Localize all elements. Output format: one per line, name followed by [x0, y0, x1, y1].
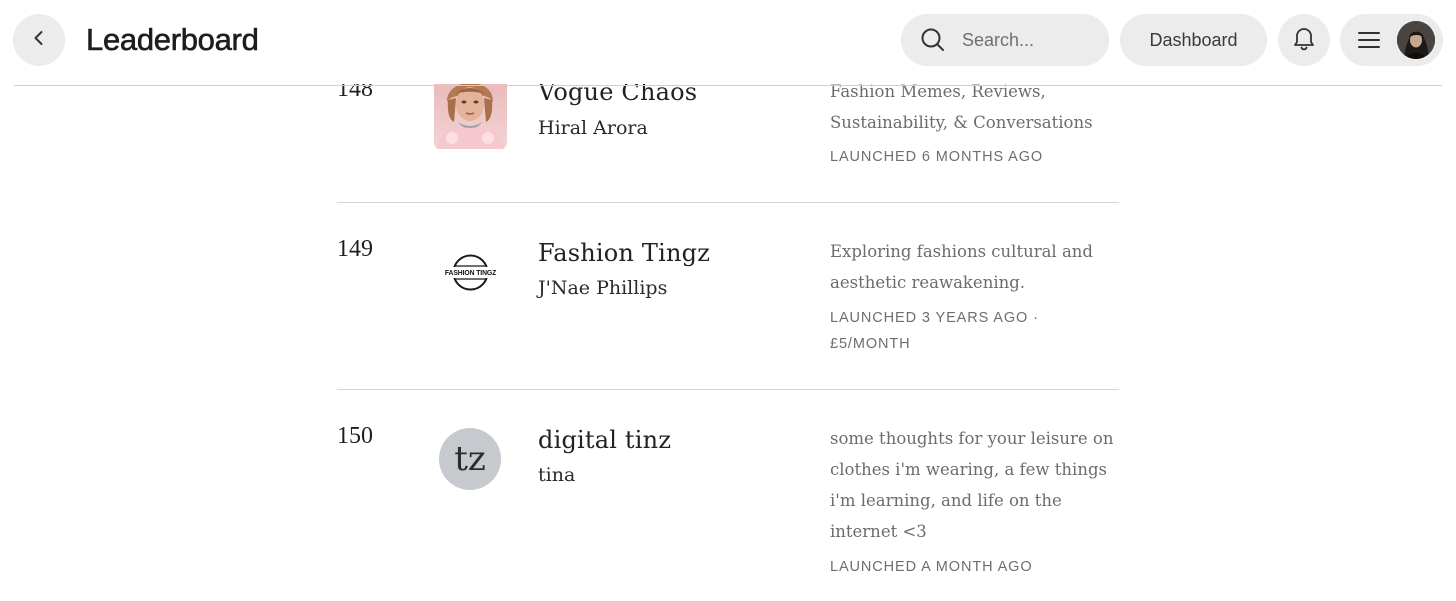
initials-avatar: tz [439, 428, 501, 490]
publication-name[interactable]: digital tinz [538, 426, 671, 454]
search-input[interactable] [960, 28, 1094, 52]
user-avatar [1397, 21, 1435, 59]
author-name: tina [538, 464, 576, 486]
leaderboard-row[interactable]: 150 tz digital tinz tina some thoughts f… [337, 390, 1119, 601]
publication-description: some thoughts for your leisure on clothe… [830, 429, 1114, 541]
publication-logo: tz [439, 428, 501, 490]
search-box[interactable] [901, 14, 1109, 66]
top-bar: Leaderboard Dashboard [0, 0, 1456, 84]
launch-info: LAUNCHED A MONTH AGO [830, 559, 1033, 575]
leaderboard-row[interactable]: 149 FASHION TINGZ Fashion Tingz J'Nae Ph… [337, 203, 1119, 390]
page-title: Leaderboard [86, 22, 259, 58]
author-name: J'Nae Phillips [538, 277, 668, 299]
logo-text: FASHION TINGZ [436, 267, 505, 278]
publication-name[interactable]: Fashion Tingz [538, 239, 710, 267]
launch-info: LAUNCHED 3 YEARS AGO · £5/MONTH [830, 310, 1039, 352]
rank-number: 149 [337, 236, 373, 262]
publication-logo: FASHION TINGZ [434, 236, 507, 309]
hamburger-menu-icon [1358, 30, 1380, 55]
back-button[interactable] [13, 14, 65, 66]
launch-info: LAUNCHED 6 MONTHS AGO [830, 149, 1044, 165]
notifications-button[interactable] [1278, 14, 1330, 66]
chevron-left-icon [30, 29, 48, 52]
bell-icon [1292, 25, 1316, 56]
search-icon [920, 27, 946, 53]
header-divider [14, 85, 1442, 86]
leaderboard-row[interactable]: 148 Vogue Chaos Hiral Arora Fashion Meme… [337, 72, 1119, 204]
rank-number: 150 [337, 423, 373, 449]
author-name: Hiral Arora [538, 117, 648, 139]
account-menu-button[interactable] [1340, 14, 1443, 66]
dashboard-button[interactable]: Dashboard [1120, 14, 1267, 66]
publication-description: Exploring fashions cultural and aestheti… [830, 242, 1093, 292]
